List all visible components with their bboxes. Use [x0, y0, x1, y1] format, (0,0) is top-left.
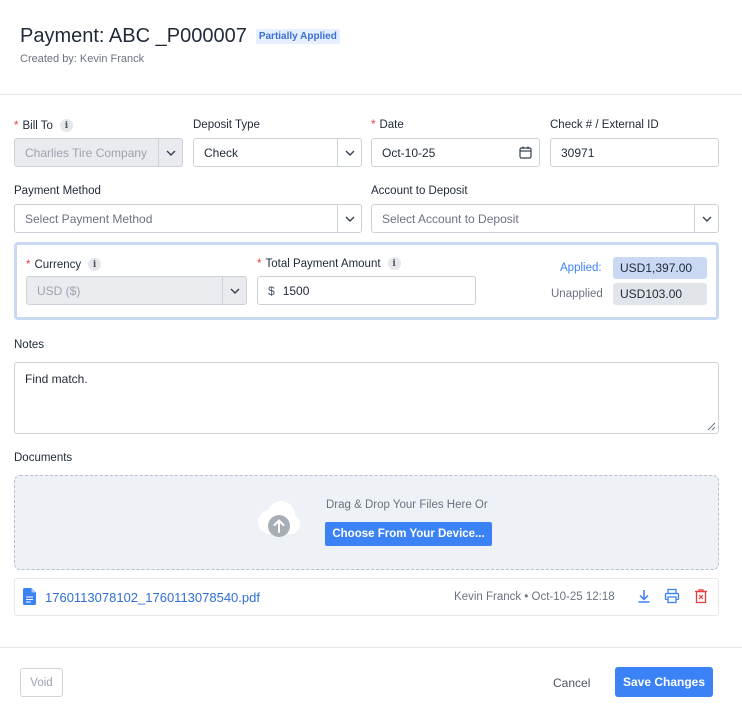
currency-value: USD ($) — [37, 283, 81, 298]
total-payment-value: 1500 — [282, 283, 310, 298]
deposit-type-value: Check — [204, 145, 239, 160]
account-to-deposit-label: Account to Deposit — [371, 185, 468, 197]
check-number-value: 30971 — [561, 145, 595, 160]
file-meta: Kevin Franck • Oct-10-25 12:18 — [454, 591, 615, 603]
file-link[interactable]: 1760113078102_1760113078540.pdf — [45, 590, 260, 605]
print-icon[interactable] — [664, 588, 680, 604]
account-to-deposit-placeholder: Select Account to Deposit — [382, 211, 519, 226]
unapplied-amount: USD103.00 — [613, 283, 707, 305]
drag-drop-text: Drag & Drop Your Files Here Or — [326, 499, 488, 511]
file-icon — [23, 588, 36, 605]
date-label: * Date — [371, 119, 404, 131]
documents-label: Documents — [14, 452, 73, 464]
notes-label: Notes — [14, 339, 45, 351]
created-by: Created by: Kevin Franck — [20, 53, 145, 65]
info-icon[interactable]: i — [387, 257, 401, 270]
payment-method-label: Payment Method — [14, 185, 101, 197]
required-marker: * — [371, 119, 376, 131]
chevron-down-icon[interactable] — [694, 205, 718, 232]
date-value: Oct-10-25 — [382, 145, 436, 160]
unapplied-label: Unapplied — [551, 288, 603, 300]
bill-to-value: Charlies Tire Company — [25, 145, 148, 160]
check-number-label: Check # / External ID — [550, 119, 659, 131]
applied-label: Applied: — [560, 262, 602, 274]
info-icon[interactable]: i — [59, 119, 73, 132]
calendar-icon[interactable] — [511, 146, 539, 159]
delete-icon[interactable] — [693, 588, 709, 604]
cloud-upload-icon — [258, 501, 300, 537]
deposit-type-label: Deposit Type — [193, 119, 260, 131]
check-number-input[interactable]: 30971 — [550, 138, 719, 167]
total-payment-input[interactable]: $ 1500 — [257, 276, 476, 305]
cancel-button[interactable]: Cancel — [553, 676, 590, 690]
choose-file-button[interactable]: Choose From Your Device... — [325, 522, 492, 546]
chevron-down-icon[interactable] — [158, 139, 182, 166]
page-title-text: Payment: ABC _P000007 — [20, 25, 247, 47]
deposit-type-select[interactable]: Check — [193, 138, 362, 167]
date-input[interactable]: Oct-10-25 — [371, 138, 540, 167]
status-badge: Partially Applied — [255, 29, 340, 44]
footer-divider — [0, 647, 742, 648]
payment-method-placeholder: Select Payment Method — [25, 211, 153, 226]
bill-to-select[interactable]: Charlies Tire Company — [14, 138, 183, 167]
page-title: Payment: ABC _P000007 Partially Applied — [20, 25, 340, 48]
notes-value: Find match. — [25, 372, 88, 386]
save-changes-button[interactable]: Save Changes — [615, 667, 713, 697]
void-button[interactable]: Void — [20, 668, 63, 697]
notes-textarea[interactable]: Find match. — [14, 362, 719, 434]
info-icon[interactable]: i — [88, 258, 102, 271]
currency-select[interactable]: USD ($) — [26, 276, 247, 305]
bill-to-label: * Bill To i — [14, 119, 73, 132]
currency-label: * Currency i — [26, 258, 102, 271]
account-to-deposit-select[interactable]: Select Account to Deposit — [371, 204, 719, 233]
chevron-down-icon[interactable] — [222, 277, 246, 304]
total-payment-label: * Total Payment Amount i — [257, 257, 401, 270]
currency-prefix: $ — [268, 283, 275, 298]
chevron-down-icon[interactable] — [337, 139, 361, 166]
resize-grip-icon[interactable] — [707, 422, 716, 431]
applied-amount: USD1,397.00 — [613, 257, 707, 279]
header-divider — [0, 94, 742, 95]
required-marker: * — [14, 119, 19, 132]
required-marker: * — [257, 257, 262, 270]
download-icon[interactable] — [636, 588, 652, 604]
payment-method-select[interactable]: Select Payment Method — [14, 204, 362, 233]
required-marker: * — [26, 258, 31, 271]
chevron-down-icon[interactable] — [337, 205, 361, 232]
